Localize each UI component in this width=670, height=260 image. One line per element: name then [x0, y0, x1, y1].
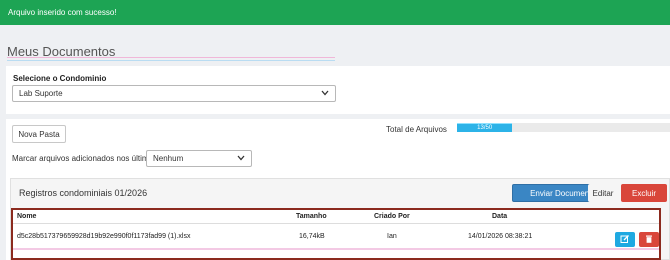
alert-message: Arquivo inserido com sucesso!	[8, 8, 117, 17]
header-criado-por[interactable]: Criado Por	[374, 213, 410, 220]
delete-file-button[interactable]	[639, 232, 659, 247]
total-arquivos-label: Total de Arquivos	[386, 125, 447, 134]
cell-criado-por: Ian	[387, 233, 397, 240]
condominio-selected-value: Lab Suporte	[19, 89, 63, 98]
condominio-panel: Selecione o Condominio Lab Suporte	[6, 66, 670, 114]
files-progress-text: 13/50	[477, 125, 493, 131]
files-progress-fill: 13/50	[457, 123, 513, 132]
cell-nome: d5c28b517379659928d19b92e990f0f1173fad99…	[17, 233, 191, 240]
condominio-select[interactable]: Lab Suporte	[12, 85, 336, 102]
condominio-label: Selecione o Condominio	[13, 74, 107, 83]
trash-icon	[644, 234, 654, 246]
marcar-arquivos-select[interactable]: Nenhum	[146, 150, 252, 167]
editar-button[interactable]: Editar	[588, 184, 618, 202]
edit-file-button[interactable]	[615, 232, 635, 247]
chevron-down-icon	[321, 89, 329, 98]
header-tamanho[interactable]: Tamanho	[296, 213, 327, 220]
title-underline	[7, 57, 335, 61]
cell-data: 14/01/2026 08:38:21	[468, 233, 533, 240]
files-progress-bar: 13/50	[457, 123, 670, 132]
header-nome[interactable]: Nome	[17, 213, 36, 220]
header-data[interactable]: Data	[492, 213, 507, 220]
documents-table: Nome Tamanho Criado Por Data d5c28b51737…	[11, 208, 661, 260]
marcar-arquivos-label: Marcar arquivos adicionados nos últimos:	[12, 154, 160, 163]
marcar-selected-value: Nenhum	[153, 154, 184, 163]
table-row[interactable]: d5c28b517379659928d19b92e990f0f1173fad99…	[13, 224, 659, 248]
row-highlight	[13, 248, 659, 250]
nova-pasta-button[interactable]: Nova Pasta	[12, 125, 66, 143]
chevron-down-icon	[237, 154, 245, 163]
cell-tamanho: 16,74kB	[299, 233, 325, 240]
table-header: Nome Tamanho Criado Por Data	[13, 210, 659, 224]
success-alert: Arquivo inserido com sucesso!	[0, 0, 670, 25]
edit-icon	[620, 234, 630, 246]
registros-title: Registros condominiais 01/2026	[19, 188, 148, 198]
excluir-button[interactable]: Excluir	[621, 184, 667, 202]
